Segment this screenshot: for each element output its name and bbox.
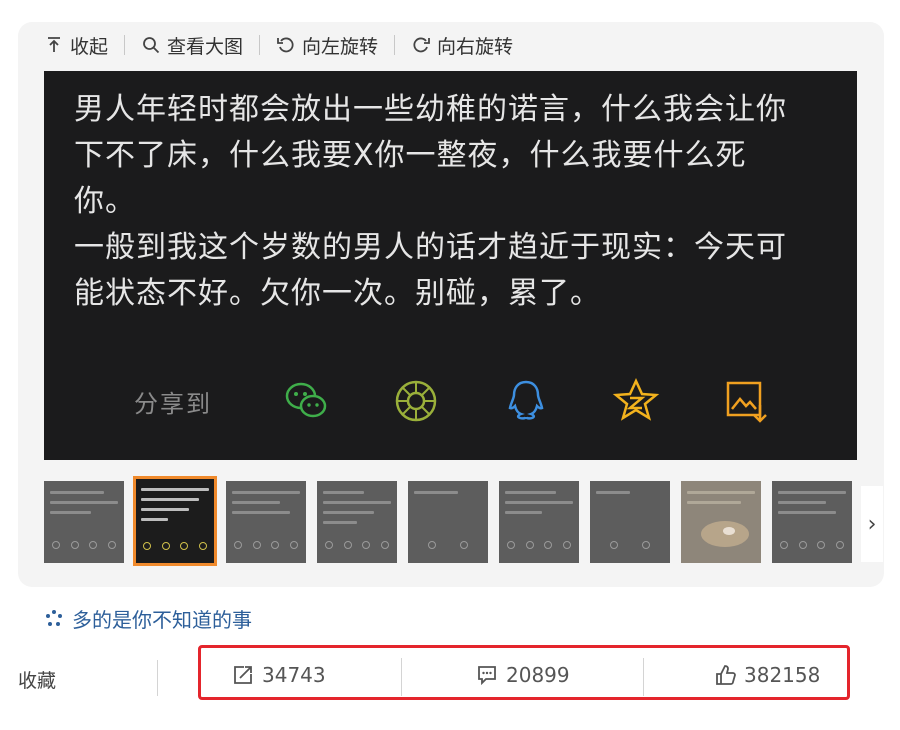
thumbnail[interactable]	[772, 481, 852, 563]
image-viewer[interactable]: 男人年轻时都会放出一些幼稚的诺言，什么我会让你 下不了床，什么我要X你一整夜，什…	[44, 71, 857, 460]
share-label: 分享到	[134, 389, 212, 418]
rotate-right-button[interactable]: 向右旋转	[411, 32, 513, 59]
rotate-left-icon	[277, 37, 294, 53]
topic-label: 多的是你不知道的事	[72, 608, 252, 632]
qq-icon	[508, 380, 544, 420]
share-wechat-button[interactable]	[282, 377, 330, 425]
chevron-right-icon: ›	[867, 511, 877, 537]
thumbnail[interactable]	[408, 481, 488, 563]
favorite-button[interactable]: 收藏	[18, 666, 56, 693]
topic-icon	[46, 609, 62, 626]
action-divider	[401, 658, 402, 696]
moments-icon	[395, 380, 437, 422]
search-icon	[143, 37, 160, 54]
action-divider	[157, 660, 158, 696]
repost-button[interactable]: 34743	[232, 663, 326, 687]
thumbnail[interactable]	[226, 481, 306, 563]
favorite-label: 收藏	[18, 670, 57, 692]
rotate-right-label: 向右旋转	[437, 35, 514, 58]
share-row: 分享到	[134, 371, 832, 431]
qzone-icon	[612, 378, 660, 421]
wechat-icon	[285, 382, 327, 418]
share-qzone-button[interactable]	[612, 377, 660, 425]
repost-icon	[234, 666, 252, 684]
post-text-line: 男人年轻时都会放出一些幼稚的诺言，什么我会让你	[74, 92, 787, 127]
toolbar-divider	[124, 35, 126, 55]
comment-button[interactable]: 20899	[476, 663, 570, 687]
thumbs-up-icon	[716, 665, 736, 685]
post-text-line: 下不了床，什么我要X你一整夜，什么我要什么死	[74, 138, 747, 173]
share-moments-button[interactable]	[392, 377, 440, 425]
comment-icon	[478, 666, 496, 686]
view-large-label: 查看大图	[167, 35, 244, 58]
post-text-line: 一般到我这个岁数的男人的话才趋近于现实：今天可	[74, 230, 787, 265]
thumbnail-strip	[44, 476, 884, 567]
rotate-right-icon	[413, 37, 430, 53]
share-save-image-button[interactable]	[722, 377, 770, 425]
repost-count: 34743	[262, 663, 326, 687]
comment-count: 20899	[506, 663, 570, 687]
thumbnail[interactable]	[317, 481, 397, 563]
thumbnail[interactable]	[499, 481, 579, 563]
post-text-line: 能状态不好。欠你一次。别碰，累了。	[74, 276, 601, 311]
image-toolbar: 收起 查看大图 向左旋转 向右旋转	[18, 22, 884, 68]
save-image-icon	[726, 381, 767, 423]
post-text: 男人年轻时都会放出一些幼稚的诺言，什么我会让你 下不了床，什么我要X你一整夜，什…	[74, 87, 834, 317]
rotate-left-button[interactable]: 向左旋转	[276, 32, 378, 59]
collapse-icon	[48, 37, 60, 52]
thumbnail-next-button[interactable]: ›	[861, 486, 883, 562]
share-qq-button[interactable]	[502, 377, 550, 425]
post-text-line: 你。	[74, 184, 136, 219]
thumbnail[interactable]	[681, 481, 761, 563]
collapse-label: 收起	[70, 35, 109, 58]
like-count: 382158	[744, 663, 821, 687]
action-divider	[643, 658, 644, 696]
view-large-button[interactable]: 查看大图	[141, 32, 243, 59]
thumbnail[interactable]	[590, 481, 670, 563]
topic-link[interactable]: 多的是你不知道的事	[44, 604, 252, 633]
thumbnail-active[interactable]	[133, 476, 217, 566]
toolbar-divider	[259, 35, 261, 55]
action-bar: 收藏 34743 20899 382158	[0, 645, 900, 710]
thumbnail[interactable]	[44, 481, 124, 563]
rotate-left-label: 向左旋转	[302, 35, 379, 58]
toolbar-divider	[394, 35, 396, 55]
collapse-button[interactable]: 收起	[44, 32, 108, 59]
like-button[interactable]: 382158	[714, 663, 820, 687]
